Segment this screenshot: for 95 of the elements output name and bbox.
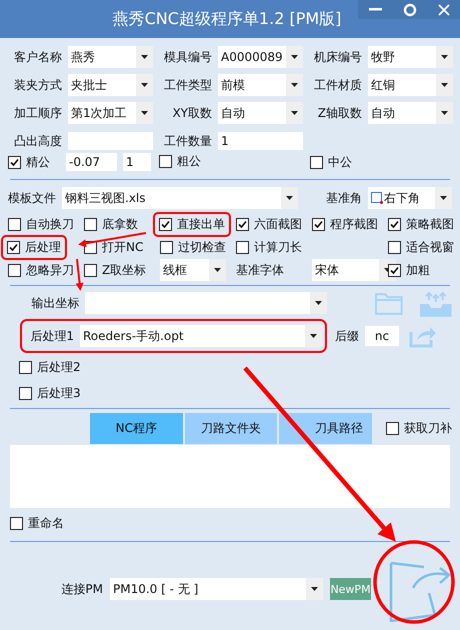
checkbox[interactable]: 打开NC	[84, 238, 144, 256]
checkbox[interactable]: 六面截图	[236, 216, 302, 232]
checkbox[interactable]: Z取坐标	[84, 262, 146, 278]
caret-icon	[441, 83, 448, 87]
folder-icon[interactable]	[374, 291, 402, 315]
dropdown[interactable]: 前模	[218, 74, 303, 96]
caret-icon	[141, 111, 148, 115]
caret-icon	[291, 111, 298, 115]
file-list[interactable]	[10, 445, 450, 508]
checkmark-icon	[9, 242, 18, 252]
dropdown[interactable]: 牧野	[368, 46, 453, 68]
checkbox[interactable]: 直接出单	[159, 216, 225, 232]
checkbox[interactable]: 底拿数	[84, 216, 138, 232]
dropdown[interactable]: 第1次加工	[68, 102, 153, 124]
dropdown[interactable]: 自动	[218, 102, 303, 124]
input-field[interactable]: nc	[365, 326, 399, 346]
caret-icon	[291, 83, 298, 87]
checkmark-icon	[314, 220, 323, 228]
field-label: 基准角	[325, 190, 362, 206]
settings-icon[interactable]	[402, 2, 416, 16]
checkbox[interactable]: 重命名	[10, 514, 64, 532]
arrow	[76, 258, 84, 291]
caret-icon	[315, 301, 322, 305]
dropdown[interactable]: 燕秀	[68, 46, 153, 68]
share-icon[interactable]	[409, 324, 437, 348]
dropdown[interactable]	[85, 292, 328, 314]
dropdown[interactable]: 自动	[368, 102, 453, 124]
caret-icon	[311, 587, 318, 591]
window-title: 燕秀CNC超级程序单1.2 [PM版]	[112, 8, 342, 30]
checkbox[interactable]: 计算刀长	[236, 238, 302, 256]
font-label: 基准字体	[236, 262, 284, 278]
dropdown[interactable]: 红铜	[368, 74, 453, 96]
checkbox[interactable]: 过切检查	[160, 238, 226, 256]
input-field[interactable]: -0.07	[66, 153, 117, 171]
field-label: 工件数量	[163, 132, 212, 150]
field-label: 客户名称	[13, 48, 62, 66]
checkbox[interactable]: 获取刀补	[386, 420, 452, 437]
dropdown[interactable]: PM10.0 [ - 无 ]	[110, 578, 323, 600]
checkmark-icon	[161, 220, 170, 228]
checkmark-icon	[238, 220, 247, 228]
checkmark-icon	[390, 220, 399, 228]
tab[interactable]: 刀路文件夹	[184, 413, 278, 444]
field-label: 后处理1	[29, 328, 74, 344]
field-label: 凸出高度	[13, 132, 62, 150]
input-field[interactable]: 1	[123, 153, 151, 171]
caret-icon	[291, 55, 298, 59]
field-label: Z轴取数	[316, 104, 362, 122]
field-label: 工件类型	[163, 76, 212, 94]
caret-icon	[214, 268, 221, 272]
checkbox[interactable]: 适合视窗	[388, 238, 454, 256]
checkbox[interactable]: 后处理2	[19, 358, 81, 376]
field-label: 后缀	[334, 328, 359, 344]
field-label: 机床编号	[313, 48, 362, 66]
checkbox[interactable]: 策略截图	[388, 216, 454, 232]
caret-icon	[441, 111, 448, 115]
caret-icon	[310, 334, 317, 338]
checkbox[interactable]: 精公	[8, 154, 50, 170]
minimize-icon[interactable]	[368, 8, 382, 11]
checkbox[interactable]: 后处理3	[19, 384, 81, 402]
dropdown[interactable]: 宋体	[312, 259, 396, 281]
tab[interactable]: NC程序	[90, 413, 183, 444]
checkbox[interactable]: 程序截图	[312, 216, 378, 232]
caret-icon	[441, 55, 448, 59]
input-field[interactable]: 1	[218, 132, 303, 150]
dropdown[interactable]: 夹批士	[68, 74, 153, 96]
checkbox[interactable]: 粗公	[159, 153, 201, 170]
checkbox[interactable]: 中公	[310, 154, 352, 170]
corner-icon	[371, 192, 383, 204]
tab[interactable]: 刀具路径	[279, 413, 372, 444]
upload-icon[interactable]	[420, 290, 452, 316]
dropdown[interactable]: 钢料三视图.xls	[62, 187, 298, 209]
field-label: XY取数	[171, 104, 212, 122]
dropdown[interactable]: 右下角	[368, 187, 452, 209]
caret-icon	[286, 196, 293, 200]
field-label: 输出坐标	[30, 294, 80, 312]
field-label: 模具编号	[163, 48, 212, 66]
input-field[interactable]	[68, 132, 153, 150]
checkbox[interactable]: 忽略异刀	[8, 262, 74, 278]
checkmark-icon	[10, 158, 19, 166]
dropdown[interactable]: Roeders-手动.opt	[80, 325, 322, 347]
checkbox[interactable]: 自动换刀	[8, 216, 74, 232]
field-label: 连接PM	[60, 580, 103, 598]
close-icon[interactable]	[438, 4, 450, 16]
caret-icon	[141, 83, 148, 87]
field-label: 加工顺序	[13, 104, 62, 122]
checkmark-icon	[390, 266, 399, 274]
export-icon[interactable]	[388, 560, 452, 622]
field-label: 模板文件	[8, 190, 56, 206]
dropdown[interactable]: 线框	[160, 259, 226, 281]
field-label: 工件材质	[313, 76, 362, 94]
caret-icon	[440, 196, 447, 200]
field-label: 装夹方式	[13, 76, 62, 94]
dropdown[interactable]: A0000089	[218, 46, 303, 68]
checkbox[interactable]: 后处理	[7, 238, 61, 256]
caret-icon	[141, 55, 148, 59]
